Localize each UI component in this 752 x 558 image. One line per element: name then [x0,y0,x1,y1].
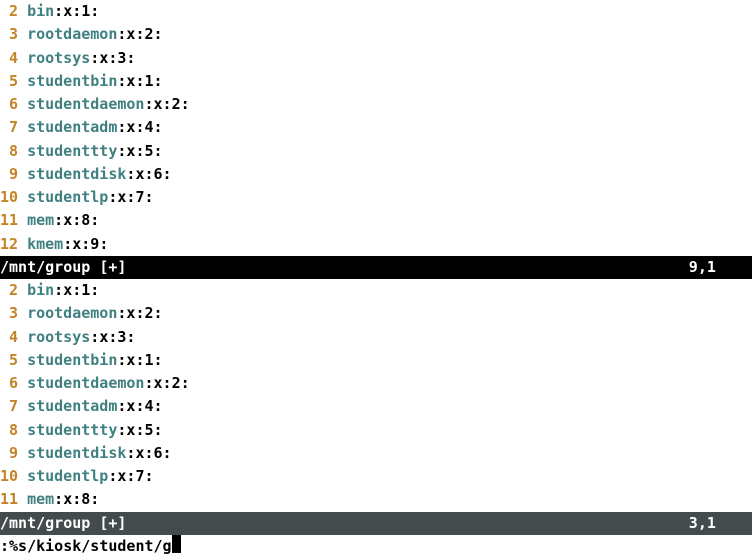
file-line: 8studenttty:x:5: [0,140,752,163]
line-number: 10 [0,465,18,488]
line-number: 4 [0,47,18,70]
line-number: 12 [0,233,18,256]
status-cursor-position: 3,1 [689,512,752,535]
cursor-icon [172,535,181,553]
line-number: 9 [0,442,18,465]
file-line: 2bin:x:1: [0,0,752,23]
file-line: 3rootdaemon:x:2: [0,302,752,325]
file-line: 12kmem:x:9: [0,233,752,256]
command-line[interactable]: :%s/kiosk/student/g [0,535,752,558]
line-number: 6 [0,372,18,395]
line-number: 6 [0,93,18,116]
file-line: 10studentlp:x:7: [0,465,752,488]
line-number: 11 [0,488,18,511]
command-text: :%s/kiosk/student/g [0,535,172,558]
file-line: 2bin:x:1: [0,279,752,302]
line-number: 2 [0,279,18,302]
line-number: 4 [0,326,18,349]
file-line: 4rootsys:x:3: [0,326,752,349]
file-line: 5studentbin:x:1: [0,349,752,372]
status-bar-active: /mnt/group [+] 9,1 [0,256,752,279]
file-line: 6studentdaemon:x:2: [0,93,752,116]
line-number: 2 [0,0,18,23]
file-line: 7studentadm:x:4: [0,395,752,418]
line-number: 9 [0,163,18,186]
file-line: 3rootdaemon:x:2: [0,23,752,46]
status-cursor-position: 9,1 [689,256,752,279]
file-line: 10studentlp:x:7: [0,186,752,209]
status-bar-inactive: /mnt/group [+] 3,1 [0,512,752,535]
line-number: 10 [0,186,18,209]
file-line: 4rootsys:x:3: [0,47,752,70]
file-line: 5studentbin:x:1: [0,70,752,93]
file-line: 11mem:x:8: [0,209,752,232]
line-number: 8 [0,140,18,163]
editor-pane-bottom[interactable]: 2bin:x:1: 3rootdaemon:x:2: 4rootsys:x:3:… [0,279,752,512]
file-line: 8studenttty:x:5: [0,419,752,442]
file-line: 11mem:x:8: [0,488,752,511]
line-number: 5 [0,349,18,372]
file-line: 9studentdisk:x:6: [0,163,752,186]
line-number: 11 [0,209,18,232]
line-number: 7 [0,395,18,418]
file-line: 9studentdisk:x:6: [0,442,752,465]
status-file-path: /mnt/group [+] [0,256,126,279]
editor-pane-top[interactable]: 2bin:x:1: 3rootdaemon:x:2: 4rootsys:x:3:… [0,0,752,256]
line-number: 3 [0,23,18,46]
status-file-path: /mnt/group [+] [0,512,126,535]
file-line: 6studentdaemon:x:2: [0,372,752,395]
line-number: 8 [0,419,18,442]
file-line: 7studentadm:x:4: [0,116,752,139]
line-number: 5 [0,70,18,93]
line-number: 7 [0,116,18,139]
line-number: 3 [0,302,18,325]
